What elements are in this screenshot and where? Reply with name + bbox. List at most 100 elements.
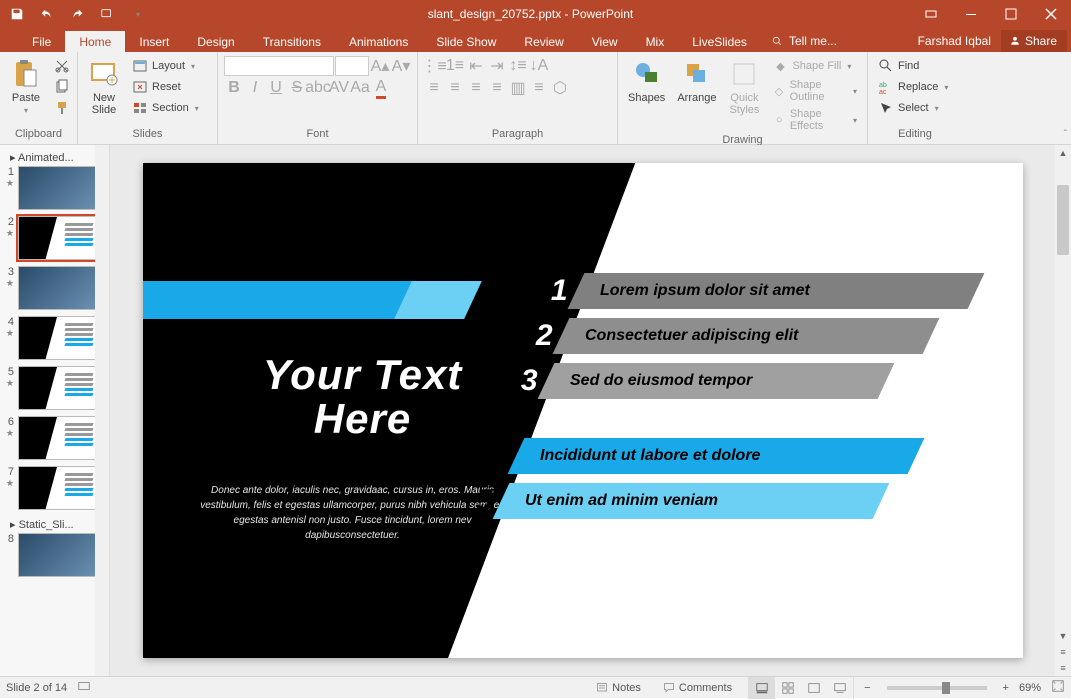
quick-styles-button[interactable]: Quick Styles (724, 56, 764, 118)
line-spacing-button[interactable]: ↕≡ (508, 56, 528, 76)
columns-button[interactable]: ▥ (508, 78, 528, 98)
notes-button[interactable]: Notes (590, 682, 647, 694)
format-painter-button[interactable] (50, 98, 74, 118)
section-header[interactable]: ▸ Static_Sli... (4, 516, 109, 533)
increase-indent-button[interactable]: ⇥ (487, 56, 507, 76)
zoom-slider[interactable] (887, 686, 987, 690)
minimize-icon[interactable] (951, 0, 991, 28)
thumbnail-row[interactable]: 7★ (4, 466, 109, 510)
tab-animations[interactable]: Animations (335, 31, 422, 52)
tab-liveslides[interactable]: LiveSlides (678, 31, 761, 52)
grow-font-button[interactable]: A▴ (370, 56, 390, 76)
align-text-button[interactable]: ≡ (529, 78, 549, 98)
scroll-thumb[interactable] (1057, 185, 1069, 255)
start-from-beginning-icon[interactable] (94, 2, 120, 26)
smartart-button[interactable]: ⬡ (550, 78, 570, 98)
zoom-slider-thumb[interactable] (942, 682, 950, 694)
bold-button[interactable]: B (224, 78, 244, 98)
slideshow-view-button[interactable] (827, 677, 853, 699)
select-button[interactable]: Select (874, 98, 952, 118)
shape-outline-button[interactable]: ◇Shape Outline (768, 77, 861, 105)
tell-me-search[interactable]: Tell me... (761, 30, 847, 52)
collapse-ribbon-icon[interactable]: ˆ (1064, 129, 1067, 140)
replace-button[interactable]: abacReplace (874, 77, 952, 97)
thumbnail-row[interactable]: 3★ (4, 266, 109, 310)
shape-fill-button[interactable]: ◆Shape Fill (768, 56, 861, 76)
tab-insert[interactable]: Insert (125, 31, 183, 52)
align-center-button[interactable]: ≡ (445, 78, 465, 98)
item-text[interactable]: Ut enim ad minim veniam (525, 492, 718, 510)
tab-slideshow[interactable]: Slide Show (422, 31, 510, 52)
thumbnail-row[interactable]: 8 (4, 533, 109, 577)
bullets-button[interactable]: ⋮≡ (424, 56, 444, 76)
item-text[interactable]: Sed do eiusmod tempor (570, 372, 752, 390)
tab-home[interactable]: Home (65, 31, 125, 52)
tab-view[interactable]: View (578, 31, 632, 52)
slide-thumbnail[interactable] (18, 316, 96, 360)
section-header[interactable]: ▸ Animated... (4, 149, 109, 166)
arrange-button[interactable]: Arrange (673, 56, 720, 106)
shrink-font-button[interactable]: A▾ (391, 56, 411, 76)
spell-check-icon[interactable] (77, 679, 91, 696)
thumbnail-scrollbar[interactable] (95, 145, 109, 676)
font-family-input[interactable] (224, 56, 334, 76)
slide-thumbnail[interactable] (18, 166, 96, 210)
slide-list-item[interactable]: 4Incididunt ut labore et dolore (478, 438, 916, 474)
section-button[interactable]: Section (128, 98, 203, 118)
new-slide-button[interactable]: New Slide (84, 56, 124, 118)
ribbon-options-icon[interactable] (911, 0, 951, 28)
scroll-up-icon[interactable]: ▲ (1055, 145, 1071, 161)
undo-icon[interactable] (34, 2, 60, 26)
slide-title[interactable]: Your Text Here (223, 353, 503, 441)
slide-thumbnail[interactable] (18, 266, 96, 310)
tab-design[interactable]: Design (183, 31, 248, 52)
slide-thumbnail[interactable] (18, 366, 96, 410)
item-text[interactable]: Lorem ipsum dolor sit amet (600, 282, 810, 300)
slide-list-item[interactable]: 3Sed do eiusmod tempor (508, 363, 886, 399)
thumbnail-row[interactable]: 5★ (4, 366, 109, 410)
reading-view-button[interactable] (801, 677, 827, 699)
close-icon[interactable] (1031, 0, 1071, 28)
slide-thumbnail[interactable] (18, 216, 96, 260)
share-button[interactable]: Share (1001, 30, 1067, 52)
prev-slide-icon[interactable]: ≡ (1055, 644, 1071, 660)
paste-button[interactable]: Paste ▾ (6, 56, 46, 117)
change-case-button[interactable]: Aa (350, 78, 370, 98)
slide-thumbnail[interactable] (18, 416, 96, 460)
maximize-icon[interactable] (991, 0, 1031, 28)
normal-view-button[interactable] (749, 677, 775, 699)
sorter-view-button[interactable] (775, 677, 801, 699)
strike-button[interactable]: S (287, 78, 307, 98)
shapes-button[interactable]: Shapes (624, 56, 669, 106)
scroll-down-icon[interactable]: ▼ (1055, 628, 1071, 644)
font-color-button[interactable]: A (371, 78, 391, 98)
slide-list-item[interactable]: 2Consectetuer adipiscing elit (523, 318, 931, 354)
editor-vertical-scrollbar[interactable]: ▲ ▼ ≡ ≡ (1055, 145, 1071, 676)
redo-icon[interactable] (64, 2, 90, 26)
thumbnail-row[interactable]: 4★ (4, 316, 109, 360)
slide-canvas[interactable]: Your Text Here Donec ante dolor, iaculis… (143, 163, 1023, 658)
slide-list-item[interactable]: 1Lorem ipsum dolor sit amet (538, 273, 976, 309)
shadow-button[interactable]: abc (308, 78, 328, 98)
font-size-input[interactable] (335, 56, 369, 76)
layout-button[interactable]: Layout (128, 56, 203, 76)
copy-button[interactable] (50, 77, 74, 97)
italic-button[interactable]: I (245, 78, 265, 98)
slide-list-item[interactable]: 5Ut enim ad minim veniam (463, 483, 881, 519)
find-button[interactable]: Find (874, 56, 952, 76)
zoom-out-button[interactable]: − (864, 682, 870, 694)
comments-button[interactable]: Comments (657, 682, 738, 694)
save-icon[interactable] (4, 2, 30, 26)
reset-button[interactable]: Reset (128, 77, 203, 97)
tab-review[interactable]: Review (510, 31, 577, 52)
item-text[interactable]: Consectetuer adipiscing elit (585, 327, 798, 345)
char-spacing-button[interactable]: AV (329, 78, 349, 98)
fit-to-window-button[interactable] (1051, 679, 1065, 696)
shape-effects-button[interactable]: ○Shape Effects (768, 106, 861, 134)
align-left-button[interactable]: ≡ (424, 78, 444, 98)
thumbnail-row[interactable]: 6★ (4, 416, 109, 460)
align-right-button[interactable]: ≡ (466, 78, 486, 98)
qat-customize-icon[interactable] (124, 2, 150, 26)
next-slide-icon[interactable]: ≡ (1055, 660, 1071, 676)
zoom-level[interactable]: 69% (1019, 682, 1041, 694)
